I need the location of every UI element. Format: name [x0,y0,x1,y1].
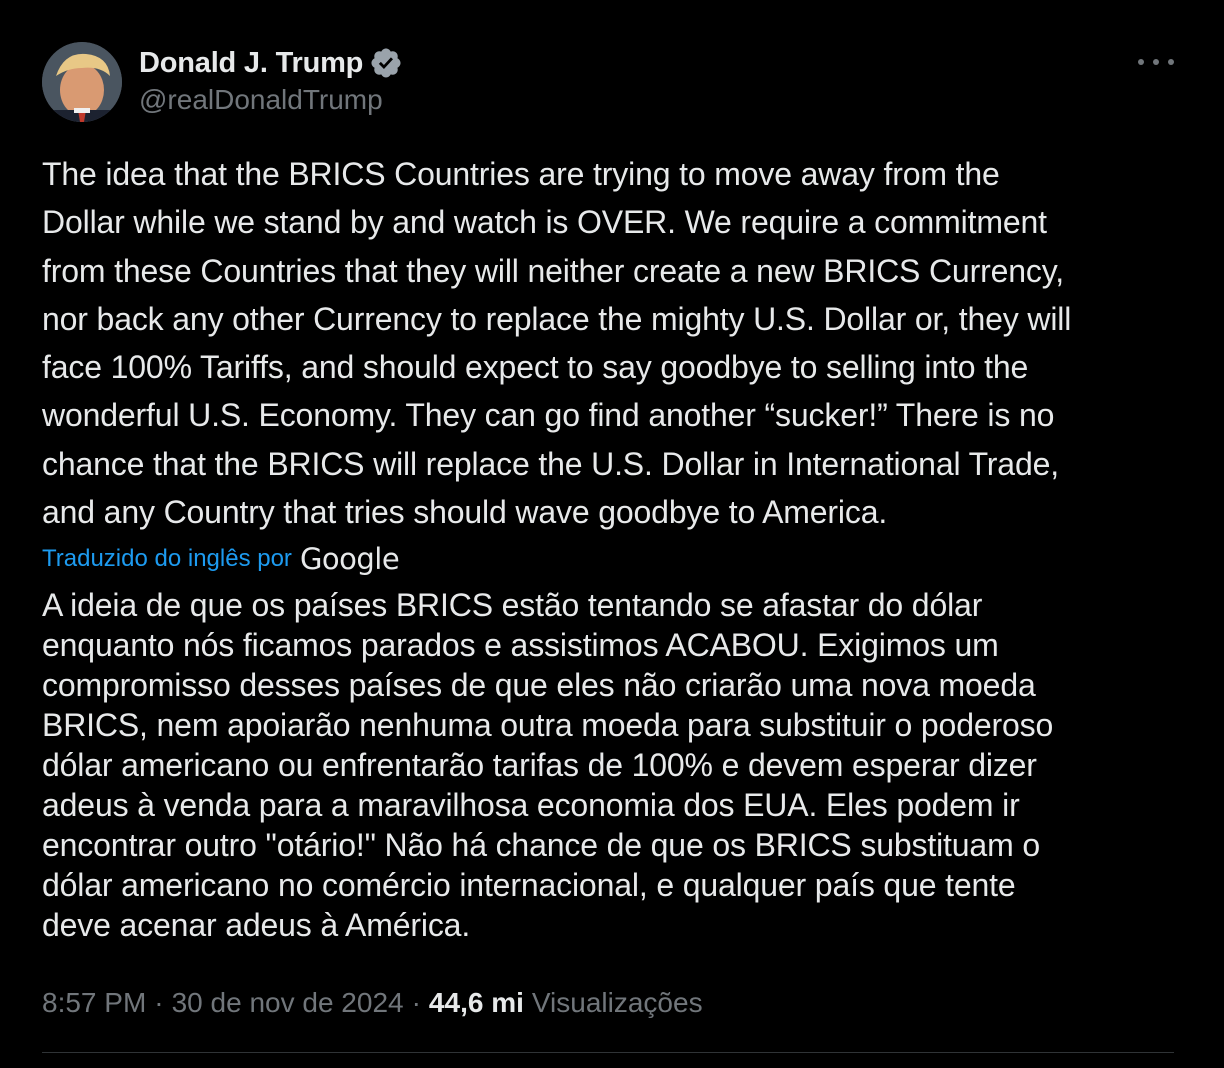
text-line: Dollar while we stand by and watch is OV… [42,204,1047,241]
avatar-image [42,42,122,122]
text-line: wonderful U.S. Economy. They can go find… [42,397,1055,434]
text-line: compromisso desses países de que eles nã… [42,667,1036,703]
display-name[interactable]: Donald J. Trump [139,47,363,80]
text-line: dólar americano no comércio internaciona… [42,867,1016,903]
tweet-time[interactable]: 8:57 PM [42,987,146,1019]
google-logo: Google [299,542,400,576]
text-line: deve acenar adeus à América. [42,907,471,943]
separator: · [154,987,164,1018]
translation-attribution: Traduzido do inglês por Google [42,540,400,578]
translated-tweet-text: A ideia de que os países BRICS estão ten… [42,585,1192,945]
translated-from-link[interactable]: Traduzido do inglês por [42,545,292,573]
more-options-icon[interactable] [1138,50,1174,74]
text-line: adeus à venda para a maravilhosa economi… [42,787,1020,823]
text-line: dólar americano ou enfrentarão tarifas d… [42,747,1037,783]
text-line: BRICS, nem apoiarão nenhuma outra moeda … [42,707,1054,743]
text-line: face 100% Tariffs, and should expect to … [42,349,1029,386]
text-line: and any Country that tries should wave g… [42,494,888,531]
views-count: 44,6 mi [428,987,524,1018]
dot [1153,59,1159,65]
tweet-date[interactable]: 30 de nov de 2024 [172,987,404,1019]
author-handle[interactable]: @realDonaldTrump [139,84,383,116]
verified-badge-icon[interactable] [369,46,403,80]
tweet-text: The idea that the BRICS Countries are tr… [42,150,1192,536]
text-line: A ideia de que os países BRICS estão ten… [42,587,983,623]
text-line: enquanto nós ficamos parados e assistimo… [42,627,999,663]
author-name-row[interactable]: Donald J. Trump [139,44,403,82]
divider [42,1052,1174,1053]
text-line: from these Countries that they will neit… [42,252,1064,289]
text-line: nor back any other Currency to replace t… [42,300,1072,337]
text-line: The idea that the BRICS Countries are tr… [42,156,1000,192]
separator: · [411,987,421,1018]
avatar[interactable] [42,42,122,122]
views-label: Visualizações [531,987,703,1018]
tweet-metadata: 8:57 PM · 30 de nov de 2024 · 44,6 mi Vi… [42,983,703,1023]
text-line: chance that the BRICS will replace the U… [42,445,1059,482]
tweet-detail: Donald J. Trump @realDonaldTrump The ide… [0,0,1224,1068]
dot [1138,59,1144,65]
dot [1168,59,1174,65]
text-line: encontrar outro "otário!" Não há chance … [42,827,1040,863]
